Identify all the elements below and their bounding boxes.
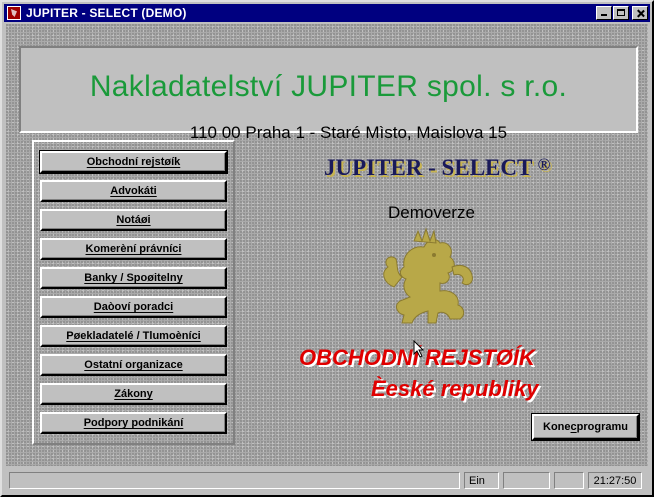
header-panel: Nakladatelství JUPITER spol. s r.o. 110 … (19, 46, 638, 142)
status-mode: Ein (464, 472, 499, 489)
app-icon[interactable] (7, 6, 21, 20)
status-message (9, 472, 460, 489)
window-controls (595, 6, 648, 20)
window-title: JUPITER - SELECT (DEMO) (26, 6, 187, 20)
czech-lion-icon (383, 227, 473, 324)
exit-label-prefix: Kone (543, 421, 571, 433)
exit-label-suffix: programu (576, 421, 628, 433)
mouse-pointer-icon (413, 340, 425, 358)
status-clock: 21:27:50 (588, 472, 642, 489)
menu-button-advokati[interactable]: Advokáti (40, 180, 227, 202)
menu-button-banky[interactable]: Banky / Spoøitelny (40, 267, 227, 289)
menu-button-notari[interactable]: Notáøi (40, 209, 227, 231)
menu-button-zakony[interactable]: Zákony (40, 383, 227, 405)
exit-program-button[interactable]: Kone c programu (532, 414, 639, 440)
status-indicator-1 (503, 472, 550, 489)
status-indicator-2 (554, 472, 584, 489)
menu-button-komercni-pravnici[interactable]: Komerèní právníci (40, 238, 227, 260)
demo-version-label: Demoverze (388, 203, 475, 222)
registry-title-line2: Èeské republiky (371, 376, 539, 401)
app-title: JUPITER - SELECT ® (324, 155, 550, 181)
menu-button-danovi-poradci[interactable]: Daòoví poradci (40, 296, 227, 318)
status-bar: Ein 21:27:50 (4, 468, 650, 494)
category-menu: Obchodní rejstøík Advokáti Notáøi Komerè… (32, 140, 235, 445)
menu-button-ostatni-organizace[interactable]: Ostatní organizace (40, 354, 227, 376)
menu-button-prekladatele[interactable]: Pøekladatelé / Tlumoèníci (40, 325, 227, 347)
menu-button-podpory-podnikani[interactable]: Podpory podnikání (40, 412, 227, 434)
registered-mark: ® (537, 155, 551, 174)
company-name: Nakladatelství JUPITER spol. s r.o. (89, 70, 568, 103)
application-window: JUPITER - SELECT (DEMO) Nakladatelství J… (0, 0, 654, 497)
close-icon[interactable] (632, 6, 648, 20)
menu-button-obchodni-rejstrik[interactable]: Obchodní rejstøík (39, 150, 228, 174)
app-title-text: JUPITER - SELECT (324, 155, 532, 180)
title-bar[interactable]: JUPITER - SELECT (DEMO) (4, 4, 650, 22)
maximize-icon[interactable] (613, 6, 629, 20)
minimize-icon[interactable] (596, 6, 612, 20)
